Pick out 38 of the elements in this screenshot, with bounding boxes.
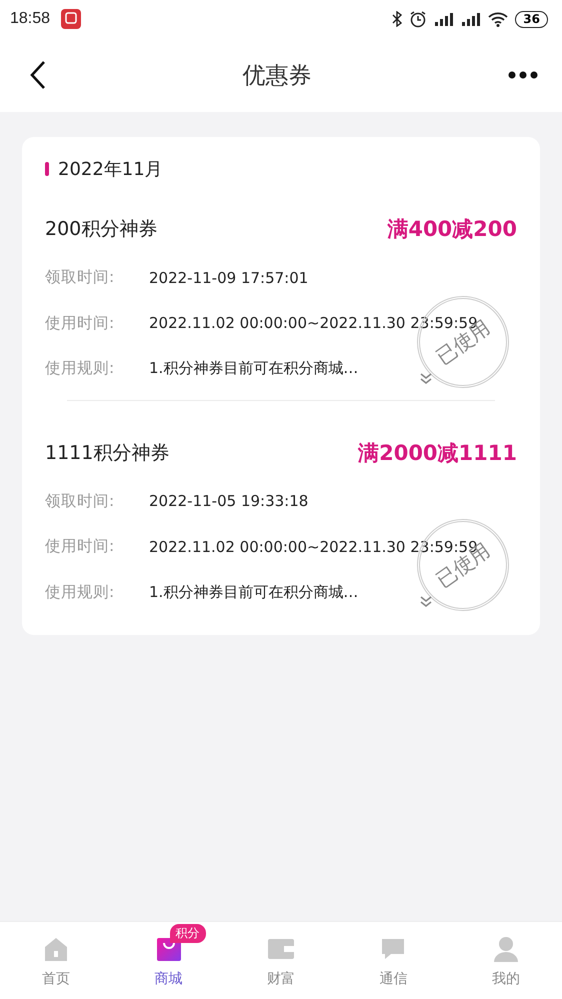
field-label: 使用规则: <box>45 358 116 380</box>
wifi-icon <box>488 11 508 27</box>
field-label: 领取时间: <box>45 490 116 512</box>
field-label: 领取时间: <box>45 267 116 288</box>
alarm-icon <box>409 10 428 28</box>
signal-icon <box>434 11 454 27</box>
field-value: 1.积分神券目前可在积分商城… <box>149 582 358 602</box>
chevron-down-icon <box>419 372 433 386</box>
nav-tab[interactable]: 财富 <box>224 922 338 999</box>
wallet-icon <box>267 936 296 960</box>
back-icon <box>30 60 46 90</box>
app-icon <box>61 9 82 29</box>
field-value: 2022-11-09 17:57:01 <box>149 268 308 287</box>
points-badge: 积分 <box>170 924 206 942</box>
month-heading: 2022年11月 <box>58 158 163 181</box>
nav-tab[interactable]: 我的 <box>450 922 562 999</box>
coupon-offer: 满2000减1111 <box>358 440 517 466</box>
expand-button[interactable] <box>419 372 433 386</box>
field-label: 使用时间: <box>45 312 116 334</box>
battery-indicator: 36 <box>515 10 548 28</box>
person-icon <box>492 934 519 962</box>
field-value: 1.积分神券目前可在积分商城… <box>149 359 358 378</box>
status-time: 18:58 <box>10 10 50 28</box>
bluetooth-icon <box>392 11 402 27</box>
more-icon <box>508 71 538 79</box>
page-title: 优惠券 <box>242 62 312 90</box>
coupon-name: 200积分神券 <box>45 217 158 242</box>
field-label: 使用规则: <box>45 582 116 603</box>
nav-tab[interactable]: 通信 <box>337 922 450 999</box>
coupon-name: 1111积分神券 <box>45 440 170 466</box>
signal-icon <box>461 11 482 27</box>
field-value: 2022-11-05 19:33:18 <box>149 492 308 510</box>
coupon-offer: 满400减200 <box>387 216 517 243</box>
nav-tab[interactable]: 积分 商城 <box>112 922 225 999</box>
chevron-down-icon <box>419 595 433 609</box>
nav-tab[interactable]: 首页 <box>0 922 112 999</box>
expand-button[interactable] <box>419 595 433 609</box>
field-label: 使用时间: <box>45 536 116 558</box>
